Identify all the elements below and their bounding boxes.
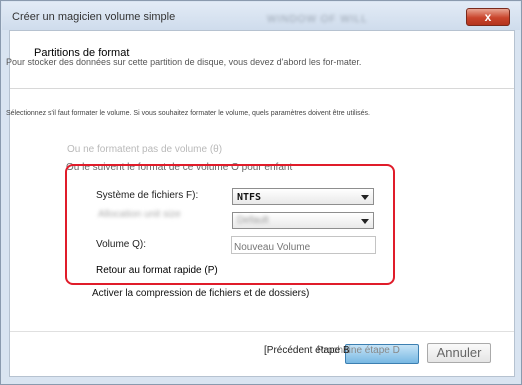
close-button[interactable]: x — [466, 8, 510, 26]
wizard-header: Partitions de format Pour stocker des do… — [6, 31, 514, 89]
allocation-label: Allocation unit size — [98, 209, 181, 220]
filesystem-label: Système de fichiers F): — [96, 190, 199, 201]
filesystem-value: NTFS — [237, 192, 262, 203]
radio-dont-format[interactable]: Ou ne formatent pas de volume (θ) — [67, 144, 222, 155]
blurred-header-text: WINDOW OF WILL — [267, 14, 368, 25]
wizard-window: Créer un magicien volume simple WINDOW O… — [0, 0, 522, 385]
filesystem-select[interactable]: NTFS — [232, 188, 374, 205]
compression-checkbox[interactable]: Activer la compression de fichiers et de… — [92, 288, 309, 299]
allocation-select[interactable]: Default — [232, 212, 374, 229]
chevron-down-icon — [361, 219, 369, 224]
volume-label-input[interactable] — [232, 239, 375, 256]
volume-label-field[interactable] — [231, 236, 376, 256]
footer-divider — [10, 331, 514, 332]
title-bar[interactable]: Créer un magicien volume simple WINDOW O… — [2, 2, 520, 30]
instruction-text: Sélectionnez s'il faut formater le volum… — [6, 110, 370, 117]
quick-format-checkbox[interactable]: Retour au format rapide (P) — [96, 265, 218, 276]
window-title: Créer un magicien volume simple — [12, 11, 176, 23]
allocation-value: Default — [237, 215, 269, 226]
wizard-content: Partitions de format Pour stocker des do… — [6, 30, 515, 377]
volume-label: Volume Q): — [96, 239, 147, 250]
chevron-down-icon — [361, 195, 369, 200]
cancel-button[interactable]: Annuler — [427, 343, 491, 363]
page-description: Pour stocker des données sur cette parti… — [6, 57, 362, 67]
back-button[interactable]: [Précédent étape B — [264, 345, 350, 356]
